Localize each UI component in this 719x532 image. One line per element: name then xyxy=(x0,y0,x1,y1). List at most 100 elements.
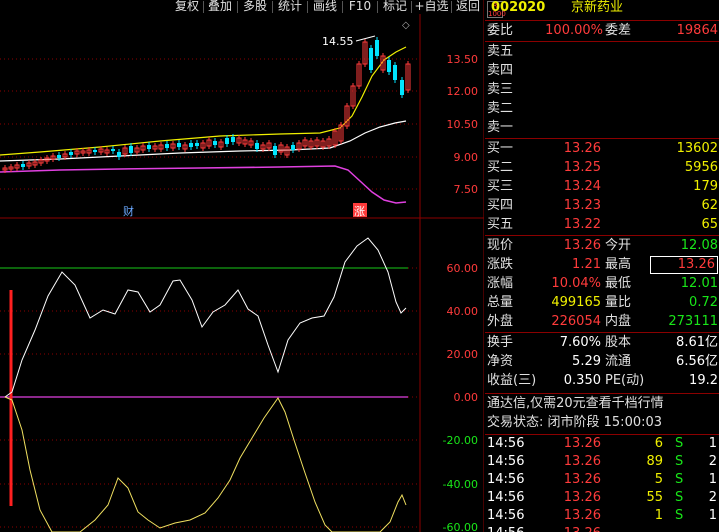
fundamental-value: 19.2 xyxy=(689,373,718,388)
quote-value: 13.26 xyxy=(650,256,718,274)
indicator-tick-label: 20.00 xyxy=(447,348,479,361)
fundamental-value: 5.29 xyxy=(572,354,601,369)
candle-body xyxy=(375,40,379,56)
buy-level-price[interactable]: 13.26 xyxy=(545,140,601,158)
divider xyxy=(485,332,719,333)
buy-level-price[interactable]: 13.24 xyxy=(545,178,601,196)
sell-level-label: 卖一 xyxy=(487,120,514,135)
price-tick-label: 12.00 xyxy=(447,85,479,98)
quote-value: 226054 xyxy=(551,314,601,329)
quote-value: 12.08 xyxy=(680,238,718,253)
ma60-line xyxy=(0,165,407,204)
fundamental-value: 0.350 xyxy=(563,373,601,388)
sell-level-label: 卖五 xyxy=(487,44,514,59)
tick-price: 13.26 xyxy=(563,508,601,523)
stock-code[interactable]: 002020 xyxy=(491,0,545,17)
weicha-label: 委差 xyxy=(605,23,632,38)
tick-volume: 1 xyxy=(654,508,663,523)
quote-label: 最低 xyxy=(605,276,632,291)
candle-body xyxy=(231,137,235,142)
quote-panel: R 1000 002020 京新药业 委比 100.00% 委差 19864 卖五… xyxy=(485,0,719,532)
indicator-tick-label: -20.00 xyxy=(443,434,478,447)
candle-body xyxy=(93,150,97,152)
weibi-label: 委比 xyxy=(487,23,514,38)
fundamental-label: 流通 xyxy=(605,354,632,369)
candle-body xyxy=(255,143,259,149)
tick-time: 14:56 xyxy=(487,508,525,523)
tick-time: 14:56 xyxy=(487,525,524,532)
candle-body xyxy=(111,149,115,151)
tick-price: 13.26 xyxy=(563,454,601,469)
tick-time: 14:56 xyxy=(487,436,525,451)
tick-count: 2 xyxy=(708,454,717,469)
divider xyxy=(485,20,719,21)
kline-chart[interactable]: 13.50 12.00 10.50 9.00 7.50 60.00 40.00 20.00 0.… xyxy=(0,0,484,532)
tick-side: S xyxy=(675,490,684,505)
tick-time: 14:56 xyxy=(487,490,525,505)
tick-side: S xyxy=(675,454,684,469)
candle-body xyxy=(387,60,391,72)
sell-level-label: 卖三 xyxy=(487,82,514,97)
buy-level-volume: 65 xyxy=(701,217,718,232)
candle-body xyxy=(400,80,404,95)
level2-promo-link[interactable]: 通达信,仅需20元查看千档行情 xyxy=(487,395,664,413)
quote-label: 外盘 xyxy=(487,314,514,329)
tick-count: 2 xyxy=(708,490,717,505)
candle-body xyxy=(393,65,397,80)
limit-up-marker[interactable]: 涨 xyxy=(354,205,365,218)
fundamental-label: PE(动) xyxy=(605,373,645,388)
candle-body xyxy=(21,164,25,167)
buy-level-label: 买二 xyxy=(487,160,514,175)
high-price-label: 14.55 xyxy=(322,35,354,48)
tick-count: 1 xyxy=(708,472,717,487)
fundamental-value: 8.61亿 xyxy=(676,335,718,350)
buy-level-price[interactable]: 13.25 xyxy=(545,159,601,177)
candle-body xyxy=(129,146,133,153)
buy-level-volume: 179 xyxy=(693,179,718,194)
chart-grid xyxy=(0,0,484,532)
buy-level-label: 买一 xyxy=(487,141,514,156)
buy-level-volume: 62 xyxy=(701,198,718,213)
quote-label: 内盘 xyxy=(605,314,632,329)
divider xyxy=(485,235,719,236)
sell-level-label: 卖四 xyxy=(487,63,514,78)
candle-body xyxy=(273,146,277,155)
sell-level-label: 卖二 xyxy=(487,101,514,116)
candle-body xyxy=(369,48,373,70)
diamond-icon[interactable]: ◇ xyxy=(402,20,410,31)
price-tick-label: 13.50 xyxy=(447,53,479,66)
quote-value: 499165 xyxy=(551,295,601,310)
stock-name[interactable]: 京新药业 xyxy=(571,0,623,17)
quote-value: 273111 xyxy=(668,314,718,329)
buy-level-price[interactable]: 13.22 xyxy=(545,216,601,234)
tick-volume: 55 xyxy=(646,490,663,505)
weicha-value: 19864 xyxy=(676,23,718,38)
price-axis: 13.50 12.00 10.50 9.00 7.50 60.00 40.00 20.00 0.… xyxy=(443,53,478,532)
tick-volume: 5 xyxy=(654,472,663,487)
indicator-lines xyxy=(0,237,408,532)
indicator-tick-label: 0.00 xyxy=(454,391,479,404)
indicator-tick-label: -60.00 xyxy=(443,521,478,532)
k-line xyxy=(4,237,407,398)
trade-status: 交易状态: 闭市阶段 15:00:03 xyxy=(487,415,663,430)
quote-value: 13.26 xyxy=(563,238,601,253)
tick-price: 13.26 xyxy=(563,436,601,451)
buy-level-label: 买三 xyxy=(487,179,514,194)
quote-label: 涨幅 xyxy=(487,276,514,291)
buy-level-volume: 13602 xyxy=(676,141,718,156)
financial-report-marker[interactable]: 财 xyxy=(123,204,134,218)
quote-label: 现价 xyxy=(487,238,514,253)
candle-body xyxy=(117,152,121,157)
tick-price: 13.26 xyxy=(545,525,601,532)
buy-level-price[interactable]: 13.23 xyxy=(545,197,601,215)
quote-label: 总量 xyxy=(487,295,514,310)
price-tick-label: 7.50 xyxy=(454,183,479,196)
candle-body xyxy=(213,141,217,145)
tick-price: 13.26 xyxy=(563,490,601,505)
tick-volume: 89 xyxy=(646,454,663,469)
buy-level-label: 买五 xyxy=(487,217,514,232)
quote-value: 10.04% xyxy=(551,276,601,291)
quote-value: 0.72 xyxy=(689,295,718,310)
candle-body xyxy=(195,143,199,146)
quote-label: 最高 xyxy=(605,257,632,272)
